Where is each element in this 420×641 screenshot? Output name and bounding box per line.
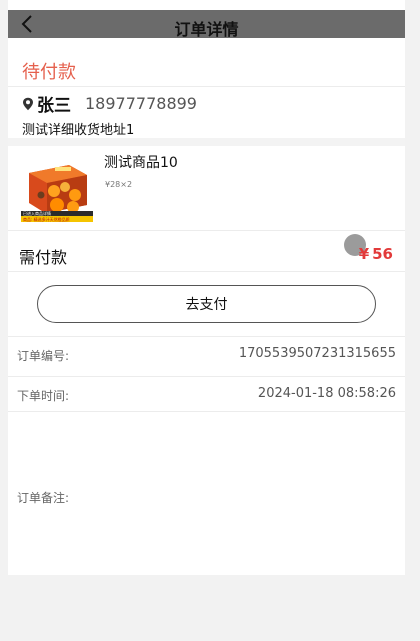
- goods-price-quantity: ¥28×2: [105, 180, 133, 189]
- order-number-value: 1705539507231315655: [238, 346, 396, 361]
- navbar: 订单详情: [8, 10, 405, 39]
- divider: [8, 230, 405, 231]
- pay-button[interactable]: 去支付: [37, 285, 376, 323]
- location-pin-icon: [22, 96, 34, 111]
- page-title: 订单详情: [174, 20, 239, 39]
- receiver-address: 测试详细收货地址1: [22, 123, 135, 138]
- bottom-bar: [8, 575, 405, 641]
- divider: [8, 336, 405, 337]
- order-time-label: 下单时间:: [17, 389, 70, 403]
- order-time-value: 2024-01-18 08:58:26: [257, 386, 396, 401]
- receiver-name: 张三: [37, 95, 71, 116]
- goods-image-caption-1: 已进入商品详情: [23, 210, 51, 216]
- divider: [8, 411, 405, 412]
- divider: [8, 376, 405, 377]
- divider: [8, 86, 405, 87]
- order-status: 待付款: [22, 62, 76, 83]
- pay-amount: ¥56: [359, 245, 393, 263]
- goods-image-caption-2: 商品: 精选多汁天然橙品质: [23, 216, 70, 222]
- section-gap: [8, 138, 405, 146]
- currency-symbol: ¥: [358, 245, 370, 263]
- order-detail-page: 订单详情 待付款 张三 18977778899 测试详细收货地址1 已进入商品详…: [8, 0, 405, 641]
- pay-amount-value: 56: [372, 245, 393, 263]
- goods-name: 测试商品10: [104, 155, 178, 171]
- divider: [8, 271, 405, 272]
- receiver-phone: 18977778899: [85, 93, 197, 113]
- goods-image[interactable]: 已进入商品详情 商品: 精选多汁天然橙品质: [21, 155, 93, 223]
- status-bar: [8, 0, 405, 10]
- order-number-label: 订单编号:: [17, 349, 70, 363]
- pay-label: 需付款: [19, 248, 68, 267]
- address-contact: 张三 18977778899: [22, 92, 197, 116]
- order-remark-label: 订单备注:: [17, 491, 70, 505]
